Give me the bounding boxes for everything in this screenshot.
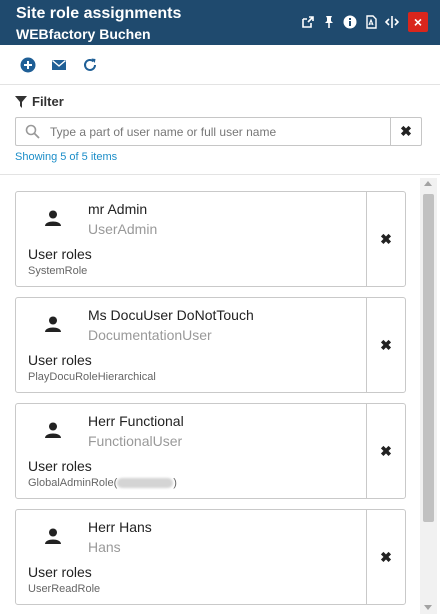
toolbar <box>0 45 440 85</box>
user-roles-value: PlayDocuRoleHierarchical <box>28 371 156 383</box>
user-login-name: Hans <box>88 539 121 555</box>
user-roles-value: SystemRole <box>28 265 88 277</box>
window-title: Site role assignments <box>16 5 182 22</box>
user-roles-label: User roles <box>28 564 92 580</box>
user-roles-suffix: ) <box>173 477 177 489</box>
items-count: Showing 5 of 5 items <box>15 151 118 163</box>
filter-icon <box>15 95 27 108</box>
user-icon <box>44 315 62 333</box>
assignment-list: mr Admin UserAdmin User roles SystemRole… <box>0 175 420 614</box>
user-roles-value: GlobalAdminRole() <box>28 477 177 489</box>
window-subtitle: WEBfactory Buchen <box>16 26 151 42</box>
user-display-name: Ms DocuUser DoNotTouch <box>88 307 254 323</box>
scrollbar-thumb[interactable] <box>423 194 434 522</box>
user-roles-text: GlobalAdminRole( <box>28 477 118 489</box>
user-login-name: DocumentationUser <box>88 327 212 343</box>
list-scrollbar[interactable] <box>420 178 437 614</box>
redacted-text <box>117 478 174 489</box>
window-header: Site role assignments WEBfactory Buchen … <box>0 0 440 45</box>
assignment-card: mr Admin UserAdmin User roles SystemRole… <box>15 191 406 287</box>
user-login-name: FunctionalUser <box>88 433 183 449</box>
popout-icon[interactable] <box>300 14 316 30</box>
filter-label: Filter <box>32 94 64 109</box>
refresh-button[interactable] <box>82 57 98 73</box>
search-box: ✖ <box>15 117 422 146</box>
user-display-name: Herr Functional <box>88 413 184 429</box>
assignment-card: Ms DocuUser DoNotTouch DocumentationUser… <box>15 297 406 393</box>
info-icon[interactable] <box>342 14 358 30</box>
close-button[interactable]: × <box>408 12 428 32</box>
search-input[interactable] <box>50 121 385 143</box>
assignment-card: Herr Hans Hans User roles UserReadRole ✖ <box>15 509 406 605</box>
filter-heading: Filter <box>15 94 64 109</box>
user-icon <box>44 209 62 227</box>
pdf-icon[interactable] <box>363 14 379 30</box>
resize-icon[interactable] <box>384 14 400 30</box>
scroll-down-icon[interactable] <box>424 605 432 610</box>
remove-assignment-button[interactable]: ✖ <box>366 510 405 604</box>
refresh-icon <box>84 58 96 71</box>
user-display-name: mr Admin <box>88 201 148 217</box>
user-icon <box>44 421 62 439</box>
remove-assignment-button[interactable]: ✖ <box>366 404 405 498</box>
user-icon <box>44 527 62 545</box>
user-login-name: UserAdmin <box>88 221 158 237</box>
scroll-up-icon[interactable] <box>424 181 432 186</box>
user-display-name: Herr Hans <box>88 519 152 535</box>
user-roles-label: User roles <box>28 458 92 474</box>
add-button[interactable] <box>20 57 36 73</box>
remove-assignment-button[interactable]: ✖ <box>366 298 405 392</box>
email-button[interactable] <box>51 57 67 73</box>
pin-icon[interactable] <box>321 14 337 30</box>
add-icon <box>20 57 36 73</box>
header-actions: × <box>295 12 428 32</box>
search-icon <box>25 124 40 139</box>
clear-search-button[interactable]: ✖ <box>390 118 421 145</box>
user-roles-label: User roles <box>28 352 92 368</box>
user-roles-value: UserReadRole <box>28 583 101 595</box>
assignment-card: Herr Functional FunctionalUser User role… <box>15 403 406 499</box>
email-icon <box>52 59 66 70</box>
remove-assignment-button[interactable]: ✖ <box>366 192 405 286</box>
user-roles-label: User roles <box>28 246 92 262</box>
